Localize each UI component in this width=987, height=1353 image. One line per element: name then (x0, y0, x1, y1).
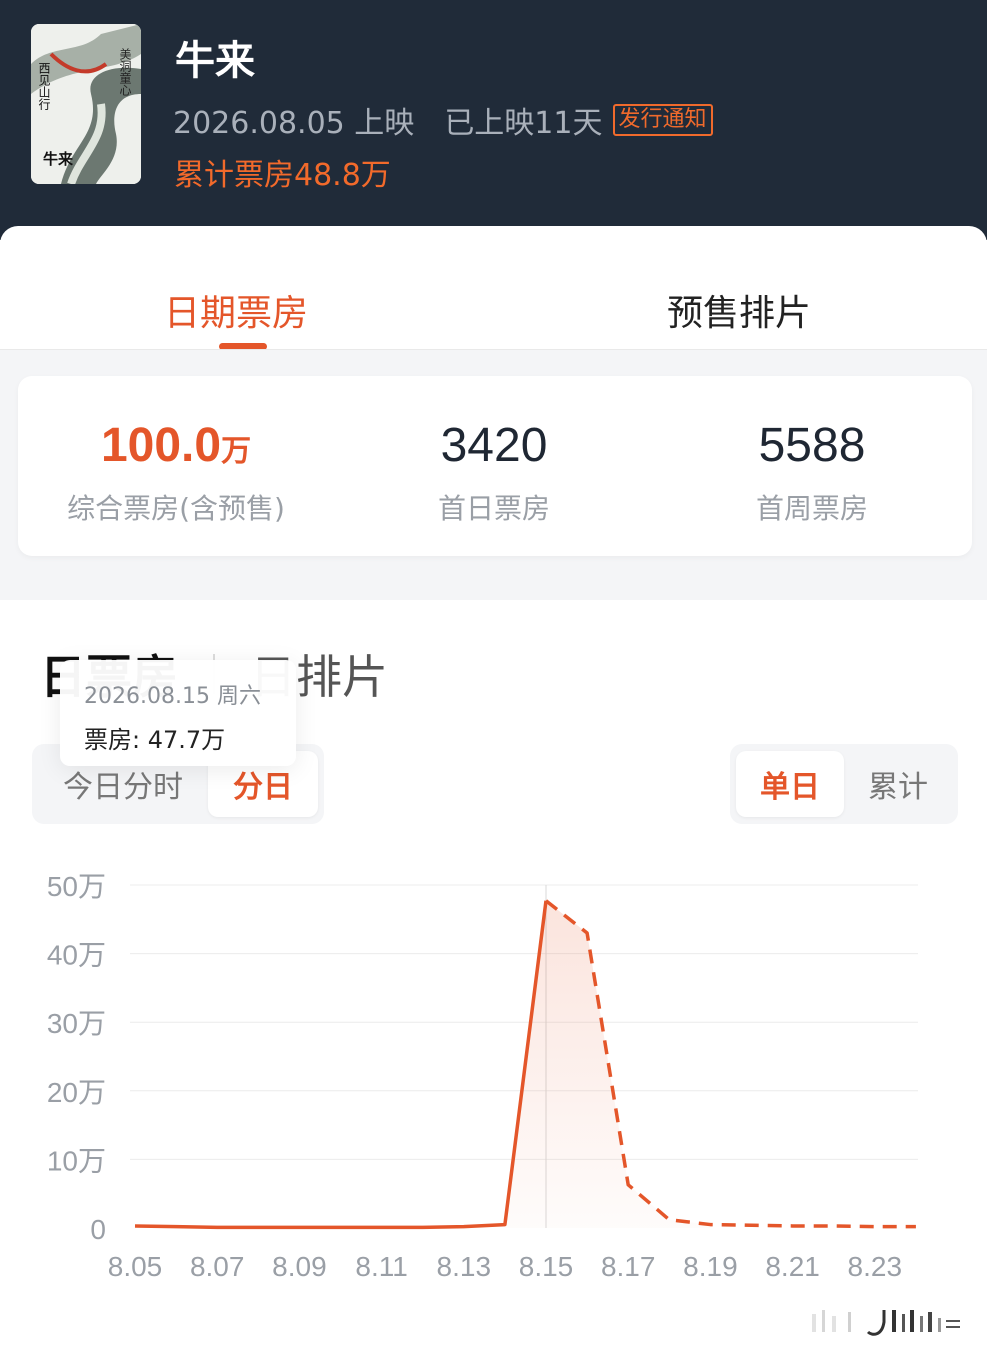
stat-value: 3420 (440, 419, 548, 472)
stat-total: 100.0万 综合票房(含预售) (26, 418, 326, 527)
chart-x-tick-label: 8.09 (272, 1251, 327, 1282)
stat-label: 综合票房(含预售) (67, 492, 285, 525)
poster-text-top: 美洞童心 (118, 48, 132, 96)
chart-x-tick-label: 8.19 (683, 1251, 738, 1282)
stat-unit: 万 (221, 435, 252, 468)
chart-y-tick-label: 10万 (47, 1145, 106, 1176)
release-date: 2026.08.05 上映 (173, 106, 415, 141)
stats-card: 100.0万 综合票房(含预售) 3420 首日票房 5588 首周票房 (18, 376, 972, 556)
chart-y-tick-label: 30万 (47, 1008, 106, 1039)
tab-presale-schedule[interactable]: 预售排片 (667, 284, 811, 336)
chart-y-tick-label: 0 (90, 1214, 106, 1245)
chart-x-tick-label: 8.23 (848, 1251, 903, 1282)
chart-x-tick-label: 8.07 (190, 1251, 245, 1282)
total-box-office: 累计票房48.8万 (174, 158, 391, 193)
poster-title: 牛来 (43, 150, 74, 168)
chart-x-tick-label: 8.11 (355, 1251, 407, 1282)
tooltip-value: 票房: 47.7万 (84, 726, 226, 754)
stat-value: 100.0万 (26, 418, 326, 473)
movie-header: 美洞童心 西见山行 牛来 牛来 2026.08.05 上映 已上映11天 发行通… (0, 0, 987, 240)
days-released: 已上映11天 (444, 106, 603, 141)
stat-label: 首周票房 (755, 492, 868, 525)
stat-first-day: 3420 首日票房 (344, 418, 644, 527)
movie-poster[interactable]: 美洞童心 西见山行 牛来 (31, 24, 141, 184)
poster-text-left: 西见山行 (37, 62, 51, 110)
chart-series-actual (134, 900, 548, 1230)
poster-artwork: 美洞童心 西见山行 牛来 (31, 24, 141, 184)
stat-value: 5588 (758, 419, 866, 472)
movie-meta: 2026.08.05 上映 已上映11天 发行通知 (173, 100, 713, 141)
movie-title: 牛来 (175, 38, 255, 84)
chart-y-tick-label: 50万 (47, 871, 106, 902)
stat-first-week: 5588 首周票房 (662, 418, 962, 527)
stat-label: 首日票房 (437, 492, 550, 525)
stat-number: 100.0 (100, 419, 222, 472)
chart-y-tick-label: 40万 (47, 940, 106, 971)
chart-x-tick-label: 8.15 (519, 1251, 574, 1282)
chart-x-tick-label: 8.05 (108, 1251, 163, 1282)
chart-x-tick-label: 8.17 (601, 1251, 656, 1282)
watermark-logo (812, 1310, 960, 1336)
chart-x-tick-label: 8.21 (765, 1251, 820, 1282)
chart-tooltip: 2026.08.15 周六 票房: 47.7万 (60, 660, 296, 766)
chart-y-tick-label: 20万 (47, 1077, 106, 1108)
release-notice-badge[interactable]: 发行通知 (612, 104, 713, 136)
tooltip-date: 2026.08.15 周六 (84, 684, 261, 709)
tab-date-box-office[interactable]: 日期票房 (164, 284, 308, 336)
chart-x-tick-label: 8.13 (437, 1251, 492, 1282)
